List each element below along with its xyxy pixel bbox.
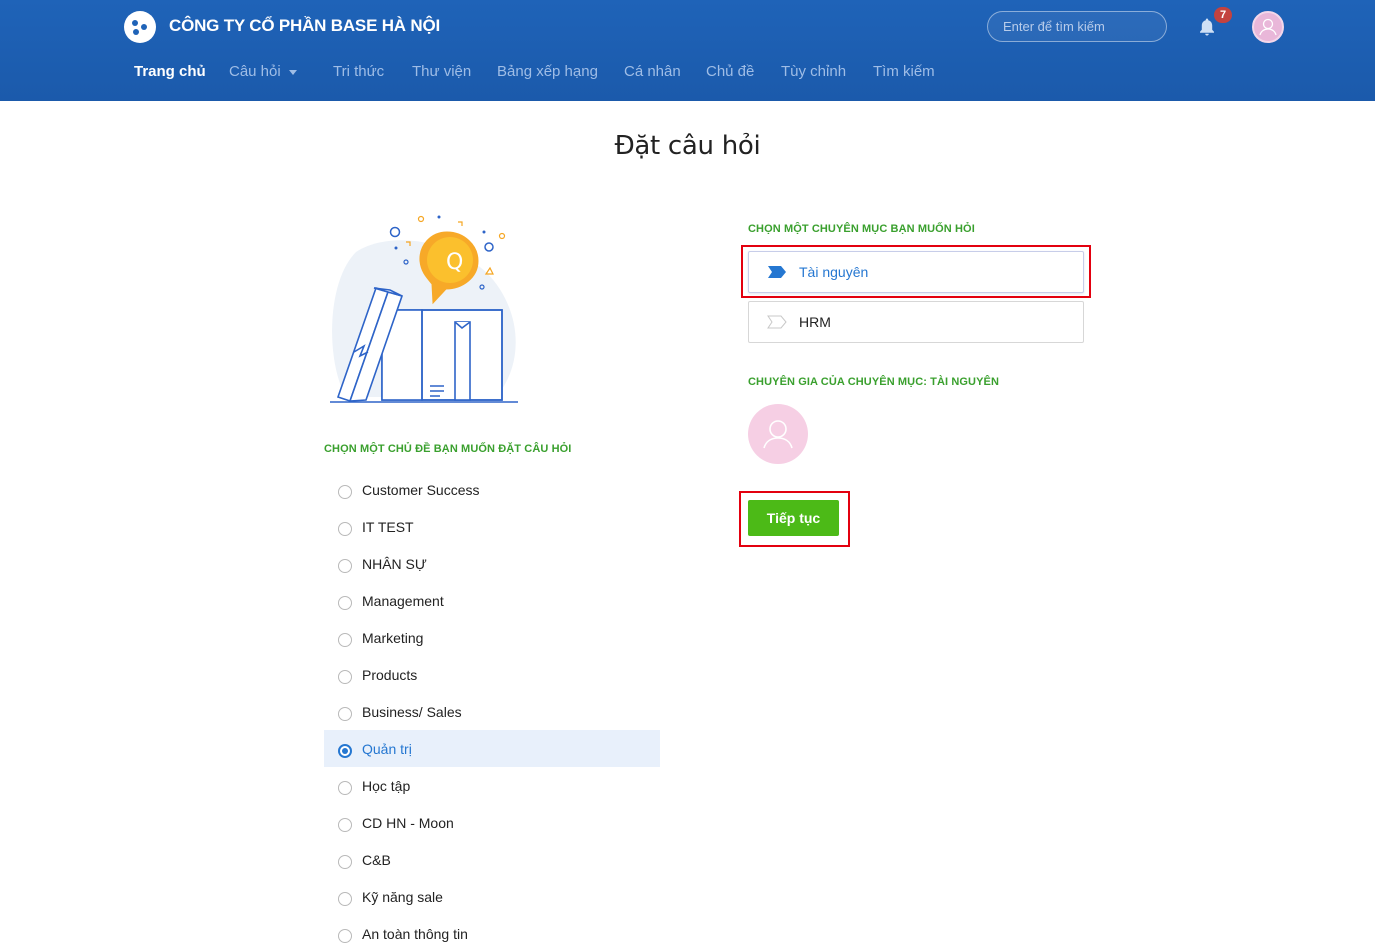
topic-label: IT TEST [362,518,414,535]
topic-option[interactable]: Management [324,582,660,619]
nav-library[interactable]: Thư viện [412,63,471,83]
nav-questions-label: Câu hỏi [229,63,281,80]
notification-badge: 7 [1214,7,1232,23]
topic-label: NHÂN SỰ [362,555,427,572]
nav-ranking[interactable]: Bảng xếp hạng [497,63,598,83]
topic-option[interactable]: Customer Success [324,471,660,508]
radio-button[interactable] [338,632,352,647]
topic-option[interactable]: Học tập [324,767,660,804]
topic-label: Marketing [362,629,424,646]
topic-label: CD HN - Moon [362,814,454,831]
topic-label: Quản trị [362,740,412,757]
topic-label: Management [362,592,444,609]
radio-button-checked[interactable] [338,743,352,758]
nav-questions[interactable]: Câu hỏi [229,63,297,83]
user-icon [1259,18,1277,36]
radio-button[interactable] [338,669,352,684]
experts-section-label: CHUYÊN GIA CỦA CHUYÊN MỤC: TÀI NGUYÊN [748,376,1000,388]
nav-home[interactable]: Trang chủ [134,63,206,83]
chevron-down-icon [288,69,297,75]
nav-search[interactable]: Tìm kiếm [873,63,935,83]
tag-outline-icon [767,315,787,329]
base-logo-icon[interactable] [124,11,156,43]
topic-label: Học tập [362,777,411,794]
topic-label: Customer Success [362,481,480,498]
nav-topics[interactable]: Chủ đề [706,63,754,83]
topic-option[interactable]: C&B [324,841,660,878]
company-name[interactable]: CÔNG TY CỔ PHẦN BASE HÀ NỘI [169,16,440,36]
topic-option[interactable]: NHÂN SỰ [324,545,660,582]
expert-avatar[interactable] [748,404,808,464]
topic-option[interactable]: IT TEST [324,508,660,545]
topic-option-selected[interactable]: Quản trị [324,730,660,767]
user-avatar[interactable] [1252,11,1284,43]
topic-section-label: CHỌN MỘT CHỦ ĐỀ BẠN MUỐN ĐẶT CÂU HỎI [324,443,572,455]
topic-option[interactable]: Marketing [324,619,660,656]
question-illustration: Q [330,215,518,403]
topic-option[interactable]: An toàn thông tin [324,915,660,952]
bell-icon[interactable] [1198,17,1216,37]
radio-button[interactable] [338,484,352,499]
highlight-annotation [741,245,1091,298]
nav-customize[interactable]: Tùy chỉnh [781,63,846,83]
highlight-annotation [739,491,850,547]
user-icon [763,420,793,449]
topic-option[interactable]: Kỹ năng sale [324,878,660,915]
radio-button[interactable] [338,706,352,721]
category-label: HRM [799,314,831,330]
radio-button[interactable] [338,558,352,573]
topic-label: Business/ Sales [362,703,462,720]
topic-label: An toàn thông tin [362,925,468,942]
topic-label: C&B [362,851,391,868]
page-title: Đặt câu hỏi [614,131,761,161]
radio-button[interactable] [338,595,352,610]
topic-label: Kỹ năng sale [362,888,443,905]
topic-option[interactable]: CD HN - Moon [324,804,660,841]
radio-button[interactable] [338,521,352,536]
topic-option[interactable]: Products [324,656,660,693]
radio-button[interactable] [338,854,352,869]
radio-button[interactable] [338,780,352,795]
radio-button[interactable] [338,891,352,906]
radio-button[interactable] [338,817,352,832]
radio-button[interactable] [338,928,352,943]
svg-text:Q: Q [446,250,463,275]
search-input[interactable] [987,11,1167,42]
nav-personal[interactable]: Cá nhân [624,63,681,83]
top-navigation-bar: CÔNG TY CỔ PHẦN BASE HÀ NỘI 7 Trang chủ … [0,0,1375,101]
category-section-label: CHỌN MỘT CHUYÊN MỤC BẠN MUỐN HỎI [748,223,975,235]
topic-option[interactable]: Business/ Sales [324,693,660,730]
topic-label: Products [362,666,418,683]
category-option[interactable]: HRM [748,301,1084,343]
nav-knowledge[interactable]: Tri thức [333,63,384,83]
topic-list: Customer Success IT TEST NHÂN SỰ Managem… [324,471,660,952]
